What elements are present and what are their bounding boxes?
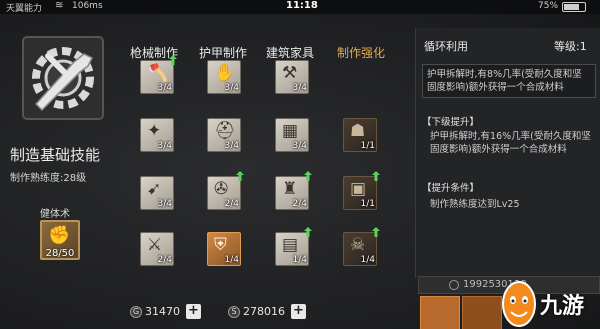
skill-tile-level: 1/4 [224,255,239,265]
clock: 11:18 [286,0,318,11]
watermark-text: 九游 [540,294,585,319]
mask-icon: ☠ [350,235,366,255]
add-gold-button[interactable]: + [186,304,201,319]
silver-amount: 278016 [243,305,285,318]
cost-coin-icon [449,280,459,290]
carrier-label: 天翼能力 [6,4,43,14]
condition-label: 【提升条件】 [422,183,480,194]
skill-tile-rifle[interactable]: ➹ 3/4 [140,176,174,210]
upgrade-button[interactable] [420,296,460,329]
upgrade-arrow-icon [304,171,312,181]
current-effect: 护甲拆解时,有8%几率(受耐久度和坚固度影响)额外获得一个合成材料 [422,64,596,98]
upgrade-arrow-icon [236,171,244,181]
skill-tile-level: 1/1 [360,141,375,151]
crafting-panel: 制造基础技能 制作熟练度:28级 健体术 ✊ 28/50 枪械制作 护甲制作 建… [0,14,600,329]
skill-tile-boots[interactable]: ✇ 2/4 [207,171,244,210]
skill-tile-level: 1/4 [360,255,375,265]
skill-tile-level: 3/4 [224,141,239,151]
info-skill-title: 循环利用 [424,40,468,53]
skill-tile-chair[interactable]: ♜ 2/4 [275,171,312,210]
fitness-label: 健体术 [40,209,70,220]
gear-wrench-icon [22,36,104,120]
condition-text: 制作熟练度达到Lv25 [430,199,520,210]
fitness-count: 28/50 [45,248,75,259]
wall-icon: ▤ [282,235,299,255]
skill-tile-level: 1/1 [360,199,375,209]
skill-tile-hammer[interactable]: ⚒ 3/4 [275,60,309,94]
battery-fill [564,4,579,10]
skill-tile-backpack[interactable]: ☗ 1/1 [343,118,377,152]
skill-tile-level: 3/4 [157,141,172,151]
skill-tile-level: 3/4 [157,199,172,209]
armor-icon: ⛨ [214,235,227,255]
helmet-icon: ⛑ [214,121,236,141]
battery-percent: 75% [538,1,559,11]
fitness-skill-tile[interactable]: ✊ 28/50 [40,220,80,260]
next-level-effect: 护甲拆解时,有16%几率(受耐久度和坚固度影响)额外获得一个合成材料 [430,131,591,155]
skill-tile-level: 3/4 [292,141,307,151]
skill-tile-level: 2/4 [224,199,239,209]
skill-tile-level: 1/4 [292,255,307,265]
rifle-icon: ➹ [147,179,162,199]
skill-tile-sword[interactable]: ⚔ 2/4 [140,232,174,266]
skill-tile-pistol[interactable]: ✦ 3/4 [140,118,174,152]
skill-tile-level: 2/4 [292,199,307,209]
skill-tile-level: 3/4 [224,83,239,93]
pistol-icon: ✦ [147,121,162,141]
sword-icon: ⚔ [147,235,163,255]
status-bar: 天翼能力 ≋ 106ms 11:18 75% [0,0,600,14]
skill-tile-helmet[interactable]: ⛑ 3/4 [207,118,241,152]
upgrade-arrow-icon [304,227,312,237]
brick-icon: ▦ [282,121,299,141]
chair-icon: ♜ [282,179,298,199]
next-level-label: 【下级提升】 [422,117,480,128]
axe-icon: 🪓 [147,63,169,83]
upgrade-arrow-icon [372,227,380,237]
skill-tile-crate[interactable]: ▣ 1/1 [343,171,380,210]
skill-name: 制造基础技能 [10,146,101,164]
skill-tile-wall[interactable]: ▤ 1/4 [275,227,312,266]
currency-gold: G 31470 + [130,304,201,320]
tab-armor-crafting[interactable]: 护甲制作 [199,44,247,61]
skill-tile-mask[interactable]: ☠ 1/4 [343,227,380,266]
upgrade-button-secondary[interactable] [462,296,502,329]
watermark-mascot-icon [502,281,536,327]
skill-tile-level: 3/4 [157,83,172,93]
skill-tile-axe[interactable]: 🪓 3/4 [140,55,177,94]
skill-tile-gloves[interactable]: ✋ 3/4 [207,60,241,94]
battery-icon [562,2,586,12]
info-header: 循环利用 等级:1 [416,38,600,56]
currency-silver: S 278016 + [228,304,306,320]
fitness-icon: ✊ [48,225,71,246]
skill-tile-level: 3/4 [292,83,307,93]
skill-proficiency: 制作熟练度:28级 [10,173,87,184]
skill-tile-brick[interactable]: ▦ 3/4 [275,118,309,152]
backpack-icon: ☗ [350,121,366,141]
upgrade-arrow-icon [169,55,177,65]
boots-icon: ✇ [214,179,229,199]
gold-amount: 31470 [145,305,180,318]
tab-crafting-enhance[interactable]: 制作强化 [337,44,385,61]
info-skill-level: 等级:1 [554,40,587,53]
silver-coin-icon: S [228,305,240,318]
hammer-icon: ⚒ [282,63,298,83]
skill-tile-level: 2/4 [157,255,172,265]
upgrade-arrow-icon [372,171,380,181]
skill-info-panel: 循环利用 等级:1 护甲拆解时,有8%几率(受耐久度和坚固度影响)额外获得一个合… [415,28,600,278]
skill-tile-armor[interactable]: ⛨ 1/4 [207,232,241,266]
watermark: 九游 [500,270,600,329]
gloves-icon: ✋ [214,63,236,83]
network-speed: 106ms [72,1,103,11]
tab-building-furniture[interactable]: 建筑家具 [266,44,314,61]
crate-icon: ▣ [350,179,367,199]
add-silver-button[interactable]: + [291,304,306,319]
wifi-icon: ≋ [55,0,64,11]
gold-coin-icon: G [130,305,142,318]
